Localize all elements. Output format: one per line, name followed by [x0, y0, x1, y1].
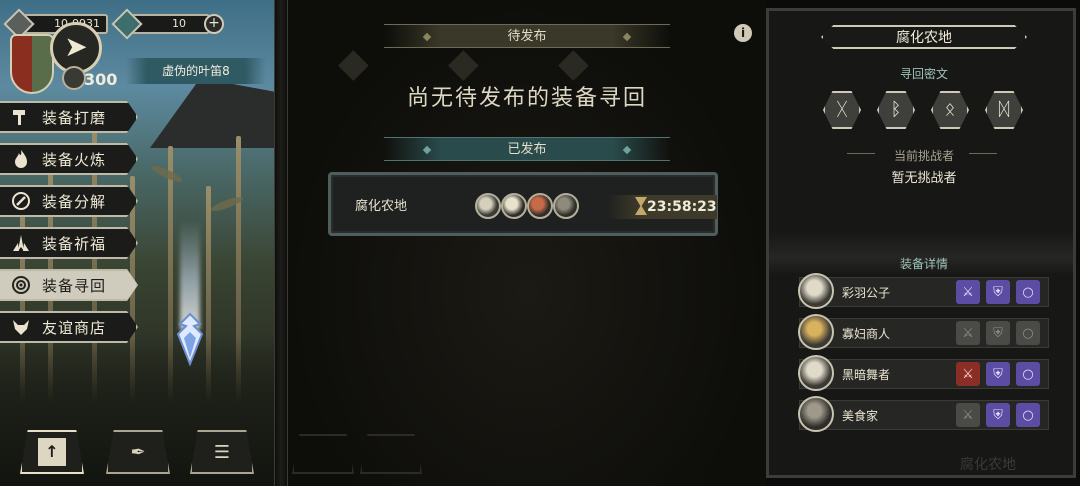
menu-item-dismantle[interactable]: 装备分解: [0, 185, 138, 217]
menu-item-label: 装备火炼: [42, 150, 107, 169]
published-card[interactable]: 腐化农地 23:58:23: [328, 172, 718, 236]
fox-icon: [10, 316, 32, 338]
hero-avatar: [798, 273, 834, 309]
blessing-icon: [10, 232, 32, 254]
list-icon: ☰: [213, 441, 231, 463]
upload-icon: ↑: [38, 438, 66, 466]
info-icon[interactable]: i: [734, 24, 752, 42]
quill-button[interactable]: ✒: [106, 430, 170, 474]
hero-name: 黑暗舞者: [842, 367, 891, 382]
flame-icon: [10, 148, 32, 170]
faded-tab: [360, 434, 422, 474]
equipment-row[interactable]: 美食家 ⚔ ⛨ ○: [798, 396, 1049, 432]
equipment-row[interactable]: 寡妇商人 ⚔ ⛨ ○: [798, 314, 1049, 350]
published-header-label: 已发布: [507, 142, 547, 157]
weapon-slot-icon[interactable]: ⚔: [956, 321, 980, 345]
split-icon: [10, 190, 32, 212]
header-ornament: [422, 32, 432, 42]
menu-item-label: 友谊商店: [42, 318, 107, 337]
publish-button[interactable]: ↑: [20, 430, 84, 474]
menu-item-label: 装备寻回: [42, 276, 107, 295]
published-header: 已发布: [384, 137, 670, 161]
faded-tab: [292, 434, 354, 474]
hut-roof: [150, 78, 276, 148]
quill-icon: ✒: [130, 441, 146, 463]
menu-item-label: 装备分解: [42, 192, 107, 211]
ring-slot-icon[interactable]: ○: [1016, 321, 1040, 345]
menu-item-friend-shop[interactable]: 友谊商店: [0, 311, 138, 343]
location-marker-icon: [176, 312, 204, 367]
add-crystal-button[interactable]: +: [204, 14, 224, 34]
hero-avatar: [553, 193, 579, 219]
armor-slot-icon[interactable]: ⛨: [986, 321, 1010, 345]
header-ornament: [422, 145, 432, 155]
panel-divider: [274, 0, 288, 486]
hero-avatar: [475, 193, 501, 219]
ring-slot-icon[interactable]: ○: [1016, 403, 1040, 427]
hero-avatar: [798, 355, 834, 391]
rune-icon[interactable]: ᛞ: [985, 91, 1023, 129]
stage-name-banner: 虚伪的叶笛8: [126, 58, 266, 84]
corn-leaf: [149, 163, 185, 185]
guild-shield-icon: [10, 34, 54, 94]
crystal-count: 10: [172, 17, 186, 30]
hero-name: 美食家: [842, 408, 879, 423]
menu-item-polish[interactable]: 装备打磨: [0, 101, 138, 133]
challenger-value: 暂无挑战者: [891, 171, 957, 186]
hero-avatar: [798, 314, 834, 350]
equipment-row[interactable]: 彩羽公子 ⚔ ⛨ ○: [798, 273, 1049, 309]
armor-slot-icon[interactable]: ⛨: [986, 403, 1010, 427]
weapon-slot-icon[interactable]: ⚔: [956, 362, 980, 386]
faded-location-label: 腐化农地: [960, 457, 1016, 473]
armor-slot-icon[interactable]: ⛨: [986, 362, 1010, 386]
menu-item-label: 装备打磨: [42, 108, 107, 127]
hero-avatar: [798, 396, 834, 432]
weapon-slot-icon[interactable]: ⚔: [956, 280, 980, 304]
detail-panel: 腐化农地 寻回密文 ᚷ ᛒ ᛟ ᛞ 当前挑战者 暂无挑战者 装备详情 彩羽公子 …: [766, 8, 1076, 478]
target-icon: [10, 274, 32, 296]
hammer-icon: [10, 106, 32, 128]
header-ornament: [622, 32, 632, 42]
hero-avatar: [527, 193, 553, 219]
ring-slot-icon[interactable]: ○: [1016, 280, 1040, 304]
cipher-label: 寻回密文: [899, 67, 948, 81]
pending-empty-message: 尚无待发布的装备寻回: [406, 86, 647, 111]
equipment-row[interactable]: 黑暗舞者 ⚔ ⛨ ○: [798, 355, 1049, 391]
challenger-label: 当前挑战者: [893, 149, 954, 163]
weapon-slot-icon[interactable]: ⚔: [956, 403, 980, 427]
menu-item-bless[interactable]: 装备祈福: [0, 227, 138, 259]
menu-item-retrieve[interactable]: 装备寻回: [0, 269, 138, 301]
menu-item-label: 装备祈福: [42, 234, 107, 253]
header-ornament: [622, 145, 632, 155]
armor-slot-icon[interactable]: ⛨: [986, 280, 1010, 304]
ring-slot-icon[interactable]: ○: [1016, 362, 1040, 386]
hero-name: 彩羽公子: [842, 285, 891, 300]
gear-icon: [62, 66, 86, 90]
countdown-timer: 23:58:23: [607, 195, 717, 219]
retrieve-main-panel: ◆ ◆ ◆ 待发布 i 尚无待发布的装备寻回 已发布 腐化农地 23:58:23: [288, 0, 766, 486]
equipment-label: 装备详情: [899, 257, 948, 271]
detail-title: 腐化农地: [821, 25, 1027, 49]
pending-header-label: 待发布: [507, 29, 547, 44]
menu-item-forge[interactable]: 装备火炼: [0, 143, 138, 175]
published-card-name: 腐化农地: [355, 199, 408, 214]
rune-icon[interactable]: ᚷ: [823, 91, 861, 129]
rune-icon[interactable]: ᛟ: [931, 91, 969, 129]
hero-avatar: [501, 193, 527, 219]
player-score: 300: [84, 70, 118, 89]
pending-header: 待发布: [384, 24, 670, 48]
rune-icon[interactable]: ᛒ: [877, 91, 915, 129]
list-button[interactable]: ☰: [190, 430, 254, 474]
hero-name: 寡妇商人: [842, 326, 891, 341]
